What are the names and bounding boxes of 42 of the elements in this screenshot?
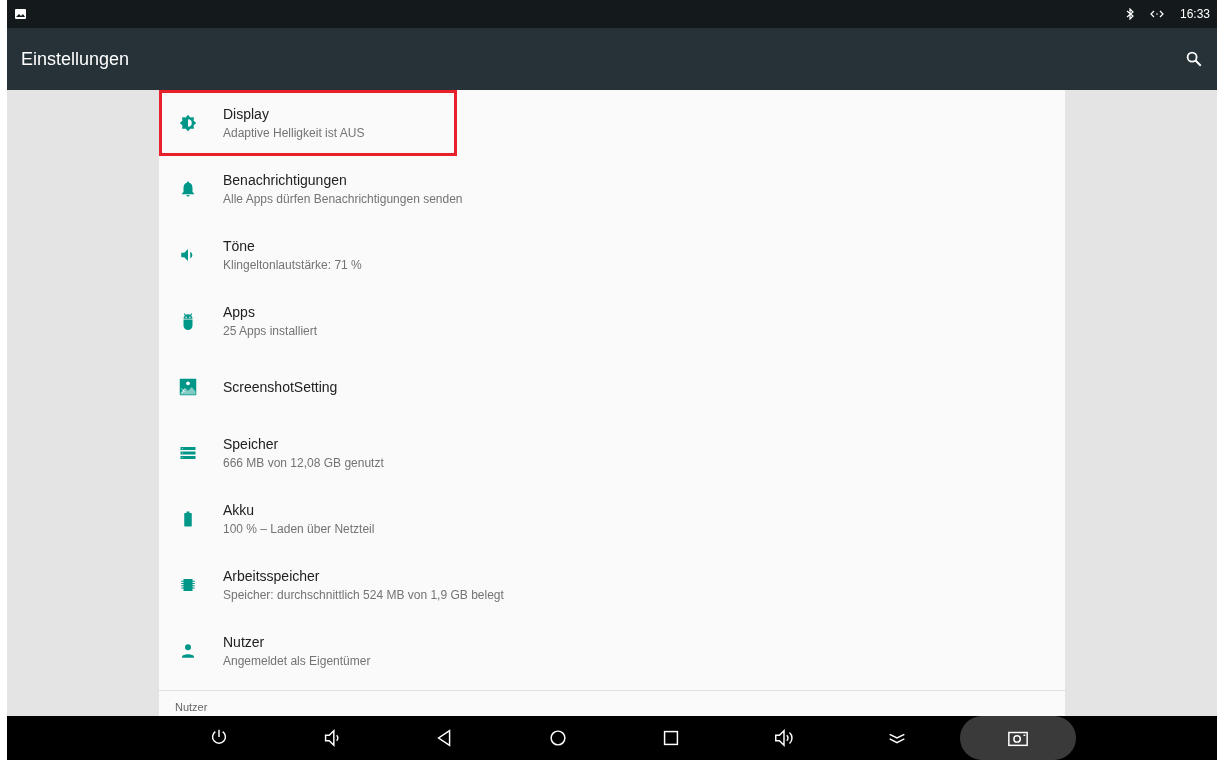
item-title: Töne (223, 236, 256, 255)
item-summary: Klingeltonlautstärke: 71 % (223, 256, 362, 274)
settings-item[interactable]: Benachrichtigungen Alle Apps dürfen Benachrichtigungen senden (159, 156, 1065, 222)
item-title: Speicher (223, 434, 280, 453)
item-title: Arbeitsspeicher (223, 566, 321, 585)
item-title: Apps (223, 302, 256, 321)
brightness-icon (179, 114, 197, 132)
settings-item[interactable]: Nutzer Angemeldet als Eigentümer (159, 618, 1065, 684)
item-title: Display (223, 104, 270, 123)
clock-time: 16:33 (1179, 6, 1210, 23)
item-summary: Speicher: durchschnittlich 524 MB von 1,9 GB belegt (223, 586, 504, 604)
settings-item[interactable]: Display Adaptive Helligkeit ist AUS (159, 90, 457, 156)
item-title: Akku (223, 500, 256, 519)
app-title: Einstellungen (21, 47, 130, 71)
item-summary: Angemeldet als Eigentümer (223, 652, 371, 670)
person-icon (179, 642, 197, 660)
search-icon (1185, 50, 1203, 68)
section-header: Nutzer (175, 701, 208, 713)
image-notification-icon (15, 9, 26, 19)
settings-item[interactable]: Apps 25 Apps installiert (159, 288, 1065, 354)
item-summary: 666 MB von 12,08 GB genutzt (223, 454, 384, 472)
item-summary: Alle Apps dürfen Benachrichtigungen senden (223, 190, 463, 208)
settings-item[interactable]: ScreenshotSetting (159, 354, 1065, 420)
image-icon (179, 378, 197, 396)
item-title: Benachrichtigungen (223, 170, 348, 189)
bluetooth-icon (1125, 8, 1134, 20)
search-button[interactable] (1185, 50, 1203, 68)
settings-item[interactable]: Speicher 666 MB von 12,08 GB genutzt (159, 420, 1065, 486)
settings-item[interactable]: Akku 100 % – Laden über Netzteil (159, 486, 1065, 552)
item-summary: 25 Apps installiert (223, 322, 318, 340)
storage-icon (179, 444, 197, 462)
settings-item[interactable]: Töne Klingeltonlautstärke: 71 % (159, 222, 1065, 288)
item-title: ScreenshotSetting (223, 378, 338, 396)
settings-item[interactable]: Arbeitsspeicher Speicher: durchschnittlich 524 MB von 1,9 GB belegt (159, 552, 1065, 618)
camera-button[interactable] (960, 716, 1076, 760)
volume-up-icon (773, 727, 795, 749)
item-summary: Adaptive Helligkeit ist AUS (223, 124, 365, 142)
memory-chip-icon (179, 576, 197, 594)
bell-icon (179, 180, 197, 198)
data-transfer-icon (1149, 10, 1164, 18)
item-title: Nutzer (223, 632, 266, 651)
item-summary: 100 % – Laden über Netzteil (223, 520, 375, 538)
